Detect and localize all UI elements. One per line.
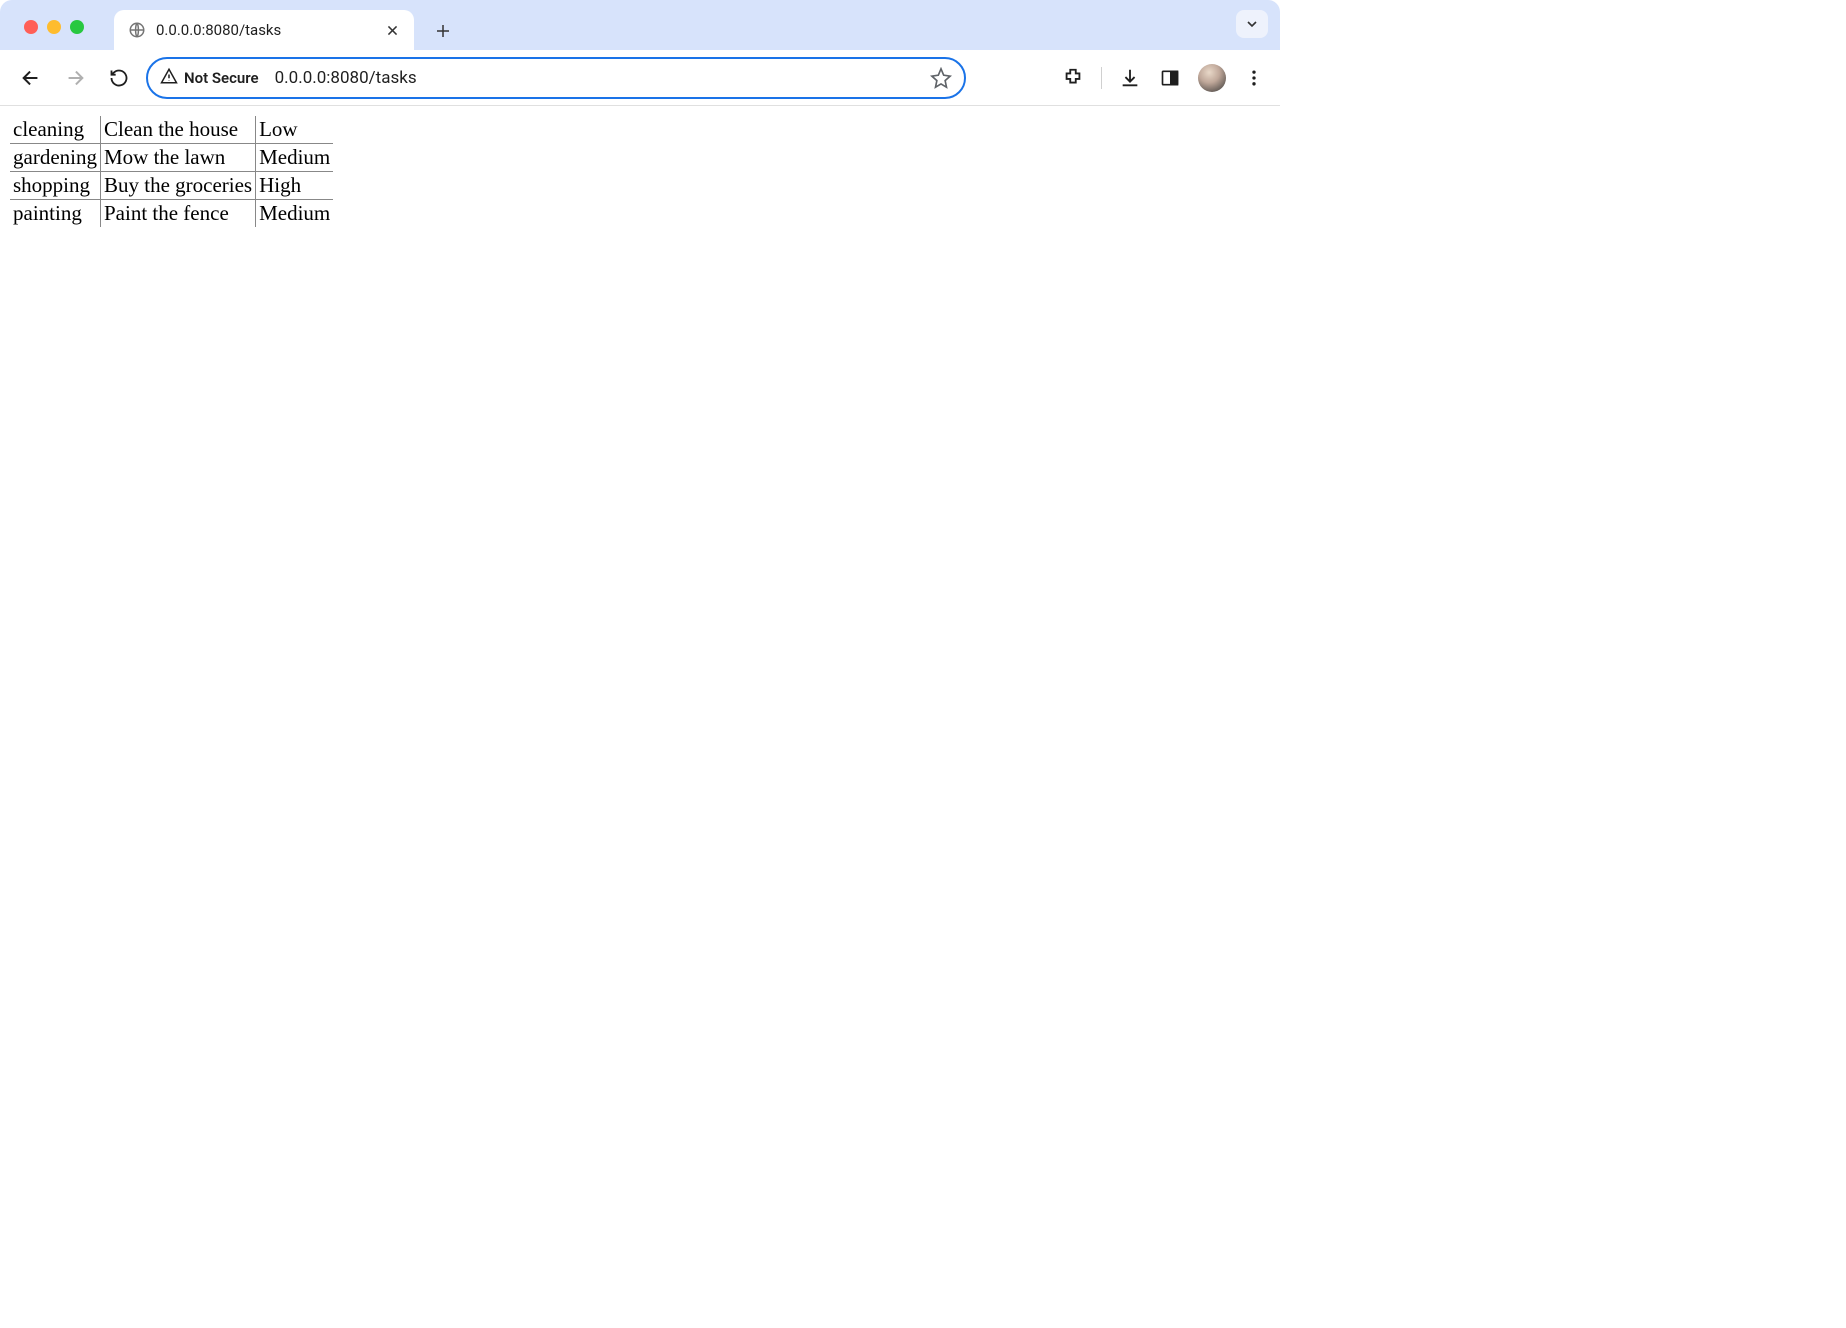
maximize-window-button[interactable] bbox=[70, 20, 84, 34]
security-label: Not Secure bbox=[184, 69, 259, 87]
address-bar[interactable]: Not Secure 0.0.0.0:8080/tasks bbox=[146, 57, 966, 99]
browser-window: 0.0.0.0:8080/tasks bbox=[0, 0, 1280, 237]
table-row: shoppingBuy the groceriesHigh bbox=[10, 172, 333, 200]
globe-icon bbox=[128, 21, 146, 39]
tabs-dropdown-button[interactable] bbox=[1236, 10, 1268, 38]
close-window-button[interactable] bbox=[24, 20, 38, 34]
table-row: gardeningMow the lawnMedium bbox=[10, 144, 333, 172]
close-tab-button[interactable] bbox=[384, 22, 400, 38]
window-controls bbox=[12, 20, 114, 50]
bookmark-button[interactable] bbox=[930, 67, 952, 89]
tab-title: 0.0.0.0:8080/tasks bbox=[156, 21, 374, 39]
tasks-table: cleaningClean the houseLowgardeningMow t… bbox=[10, 116, 333, 227]
task-description: Paint the fence bbox=[100, 200, 255, 228]
task-description: Mow the lawn bbox=[100, 144, 255, 172]
task-name: painting bbox=[10, 200, 100, 228]
task-name: shopping bbox=[10, 172, 100, 200]
profile-avatar[interactable] bbox=[1198, 64, 1226, 92]
extensions-button[interactable] bbox=[1061, 66, 1085, 90]
side-panel-button[interactable] bbox=[1158, 66, 1182, 90]
toolbar-right bbox=[1041, 64, 1266, 92]
task-name: gardening bbox=[10, 144, 100, 172]
browser-toolbar: Not Secure 0.0.0.0:8080/tasks bbox=[0, 50, 1280, 106]
forward-button[interactable] bbox=[58, 61, 92, 95]
url-text[interactable]: 0.0.0.0:8080/tasks bbox=[269, 68, 920, 88]
task-priority: High bbox=[256, 172, 334, 200]
table-row: paintingPaint the fenceMedium bbox=[10, 200, 333, 228]
reload-button[interactable] bbox=[102, 61, 136, 95]
menu-button[interactable] bbox=[1242, 66, 1266, 90]
security-indicator[interactable]: Not Secure bbox=[160, 67, 259, 89]
downloads-button[interactable] bbox=[1118, 66, 1142, 90]
task-description: Buy the groceries bbox=[100, 172, 255, 200]
warning-icon bbox=[160, 67, 178, 89]
back-button[interactable] bbox=[14, 61, 48, 95]
minimize-window-button[interactable] bbox=[47, 20, 61, 34]
task-priority: Medium bbox=[256, 144, 334, 172]
task-name: cleaning bbox=[10, 116, 100, 144]
new-tab-button[interactable] bbox=[428, 16, 458, 46]
task-description: Clean the house bbox=[100, 116, 255, 144]
tab-strip: 0.0.0.0:8080/tasks bbox=[0, 0, 1280, 50]
task-priority: Medium bbox=[256, 200, 334, 228]
browser-tab[interactable]: 0.0.0.0:8080/tasks bbox=[114, 10, 414, 50]
table-row: cleaningClean the houseLow bbox=[10, 116, 333, 144]
page-content: cleaningClean the houseLowgardeningMow t… bbox=[0, 106, 1280, 237]
task-priority: Low bbox=[256, 116, 334, 144]
toolbar-divider bbox=[1101, 67, 1102, 89]
